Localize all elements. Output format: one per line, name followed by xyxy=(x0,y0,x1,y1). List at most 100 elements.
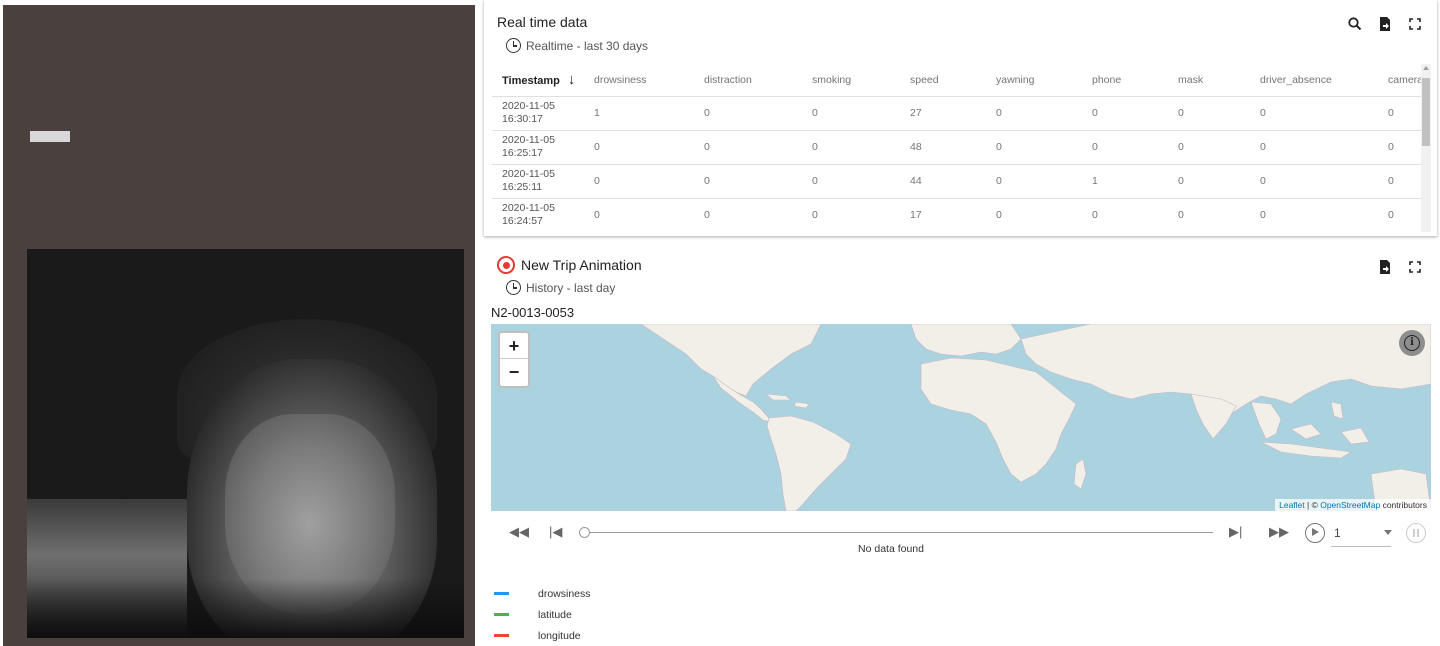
map-info-button[interactable]: i xyxy=(1399,330,1425,356)
no-data-message: No data found xyxy=(858,543,924,555)
camera-bottom-shadow xyxy=(27,579,464,638)
table-row[interactable]: 2020-11-05 16:25:17 0 0 0 48 0 0 0 0 0 xyxy=(492,130,1426,165)
legend-swatch xyxy=(494,592,509,595)
play-button[interactable] xyxy=(1305,523,1325,543)
fullscreen-icon[interactable] xyxy=(1407,259,1423,275)
table-header-row: Timestamp ↓ drowsiness distraction smokin… xyxy=(492,64,1426,97)
cell-distraction: 0 xyxy=(694,164,802,199)
cell-driver-absence: 0 xyxy=(1250,198,1378,232)
legend-label: longitude xyxy=(538,629,581,642)
cell-yawning: 0 xyxy=(986,164,1082,199)
cell-speed: 48 xyxy=(900,130,986,165)
legend-label: latitude xyxy=(538,608,572,621)
cell-driver-absence: 0 xyxy=(1250,130,1378,165)
pause-button[interactable] xyxy=(1406,523,1426,543)
table-row[interactable]: 2020-11-05 16:30:17 1 0 0 27 0 0 0 0 0 xyxy=(492,96,1426,131)
fast-forward-button[interactable]: ▶▶ xyxy=(1269,524,1289,540)
legend-swatch xyxy=(494,613,509,616)
trip-actions xyxy=(1377,259,1423,275)
trip-legend: drowsiness latitude longitude xyxy=(494,583,591,646)
attribution-tail: contributors xyxy=(1380,500,1427,510)
leaflet-link[interactable]: Leaflet xyxy=(1279,500,1305,510)
cell-timestamp-date: 2020-11-05 xyxy=(502,168,555,180)
right-column: Real time data Realtime - last 30 days T… xyxy=(484,0,1440,646)
file-export-icon[interactable] xyxy=(1377,16,1393,32)
zoom-out-button[interactable]: − xyxy=(500,359,528,385)
sort-desc-icon[interactable]: ↓ xyxy=(568,71,576,88)
file-export-icon[interactable] xyxy=(1377,259,1393,275)
cell-yawning: 0 xyxy=(986,130,1082,165)
clock-icon xyxy=(506,38,521,53)
zoom-in-button[interactable]: + xyxy=(500,333,528,359)
legend-label: drowsiness xyxy=(538,587,591,600)
skip-next-button[interactable]: ▶| xyxy=(1229,524,1242,540)
cell-timestamp: 2020-11-05 16:30:17 xyxy=(492,96,584,131)
table-row[interactable]: 2020-11-05 16:24:57 0 0 0 17 0 0 0 0 0 xyxy=(492,198,1426,232)
trip-map[interactable]: + − i Leaflet | © OpenStreetMap contribu… xyxy=(491,324,1431,511)
scroll-up-arrow[interactable] xyxy=(1423,66,1429,70)
table-scrollbar[interactable] xyxy=(1421,64,1431,232)
cell-driver-absence: 0 xyxy=(1250,96,1378,131)
cell-timestamp-time: 16:24:57 xyxy=(502,215,543,227)
table-row[interactable]: 2020-11-05 16:25:11 0 0 0 44 0 1 0 0 0 xyxy=(492,164,1426,199)
driver-camera-image xyxy=(27,249,464,638)
cell-camera: 0 xyxy=(1378,96,1426,131)
column-header-smoking[interactable]: smoking xyxy=(802,64,900,97)
skip-previous-button[interactable]: |◀ xyxy=(549,524,562,540)
device-id: N2-0013-0053 xyxy=(491,305,575,320)
fullscreen-icon[interactable] xyxy=(1407,16,1423,32)
driver-camera-widget xyxy=(3,245,475,646)
attribution-separator: | © xyxy=(1304,500,1321,510)
chevron-down-icon[interactable] xyxy=(1384,530,1392,535)
realtime-data-card: Real time data Realtime - last 30 days T… xyxy=(484,0,1437,236)
cell-distraction: 0 xyxy=(694,130,802,165)
cell-speed: 17 xyxy=(900,198,986,232)
column-header-label: Timestamp xyxy=(502,75,560,88)
cell-timestamp-date: 2020-11-05 xyxy=(502,100,555,112)
column-header-mask[interactable]: mask xyxy=(1168,64,1250,97)
timeline-knob[interactable] xyxy=(579,527,590,538)
openstreetmap-link[interactable]: OpenStreetMap xyxy=(1320,500,1380,510)
legend-item[interactable]: longitude xyxy=(494,625,591,646)
dashboard: Real time data Realtime - last 30 days T… xyxy=(0,0,1440,646)
map-land-shapes xyxy=(640,324,1431,511)
column-header-phone[interactable]: phone xyxy=(1082,64,1168,97)
legend-item[interactable]: latitude xyxy=(494,604,591,625)
realtime-table: Timestamp ↓ drowsiness distraction smokin… xyxy=(492,64,1426,232)
realtime-subtitle-text: Realtime - last 30 days xyxy=(526,38,649,53)
speed-select-value[interactable]: 1 xyxy=(1334,526,1341,540)
video-placeholder-bar xyxy=(30,131,70,142)
timeline-track[interactable] xyxy=(583,532,1213,533)
search-icon[interactable] xyxy=(1347,16,1363,32)
cell-phone: 0 xyxy=(1082,198,1168,232)
column-header-speed[interactable]: speed xyxy=(900,64,986,97)
realtime-subtitle: Realtime - last 30 days xyxy=(506,38,648,53)
scrollbar-thumb[interactable] xyxy=(1422,78,1430,146)
cell-yawning: 0 xyxy=(986,198,1082,232)
cell-phone: 0 xyxy=(1082,130,1168,165)
column-header-driver-absence[interactable]: driver_absence xyxy=(1250,64,1378,97)
cell-timestamp-time: 16:25:17 xyxy=(502,147,543,159)
column-header-distraction[interactable]: distraction xyxy=(694,64,802,97)
cell-phone: 1 xyxy=(1082,164,1168,199)
cell-mask: 0 xyxy=(1168,198,1250,232)
info-icon: i xyxy=(1404,335,1420,351)
column-header-camera[interactable]: camera xyxy=(1378,64,1426,97)
cell-drowsiness: 0 xyxy=(584,198,694,232)
cell-smoking: 0 xyxy=(802,96,900,131)
cell-drowsiness: 1 xyxy=(584,96,694,131)
trip-subtitle-text: History - last day xyxy=(526,280,616,295)
map-zoom-control: + − xyxy=(498,331,530,388)
cell-drowsiness: 0 xyxy=(584,130,694,165)
cell-camera: 0 xyxy=(1378,130,1426,165)
column-header-drowsiness[interactable]: drowsiness xyxy=(584,64,694,97)
fast-rewind-button[interactable]: ◀◀ xyxy=(509,524,529,540)
cell-speed: 44 xyxy=(900,164,986,199)
legend-item[interactable]: drowsiness xyxy=(494,583,591,604)
column-header-yawning[interactable]: yawning xyxy=(986,64,1082,97)
cell-timestamp-date: 2020-11-05 xyxy=(502,202,555,214)
trip-subtitle: History - last day xyxy=(506,280,615,295)
trip-title: New Trip Animation xyxy=(497,256,642,274)
realtime-actions xyxy=(1347,16,1423,32)
column-header-timestamp[interactable]: Timestamp ↓ xyxy=(492,64,584,97)
